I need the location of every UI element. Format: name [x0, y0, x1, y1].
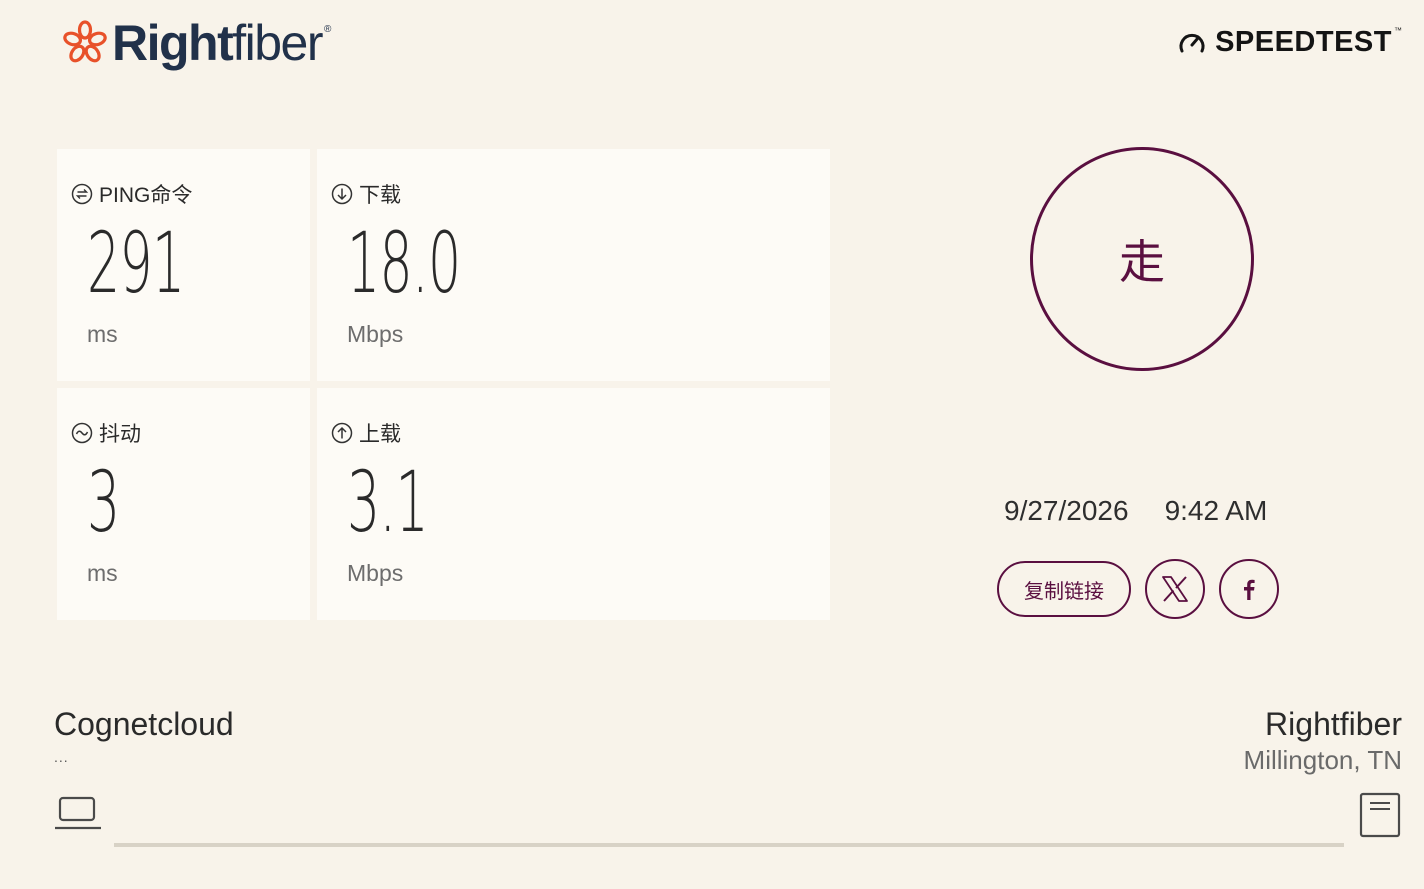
copy-link-button[interactable]: 复制链接	[997, 561, 1131, 617]
server-location: Millington, TN	[1243, 745, 1402, 775]
ping-title: PING命令	[99, 184, 193, 207]
jitter-unit: ms	[87, 560, 118, 586]
share-facebook-button[interactable]	[1219, 559, 1279, 619]
share-x-button[interactable]	[1145, 559, 1205, 619]
speedometer-icon	[1179, 33, 1205, 52]
jitter-card: 抖动 3 ms	[57, 388, 310, 620]
download-arrow-icon	[331, 183, 353, 205]
upload-value: 3.1	[347, 453, 429, 551]
upload-arrow-icon	[331, 422, 353, 444]
upload-header: 上载	[331, 418, 401, 448]
jitter-title: 抖动	[99, 423, 141, 446]
jitter-header: 抖动	[71, 418, 141, 448]
brand-wordmark: Rightfiber	[112, 15, 323, 71]
go-label: 走	[1119, 235, 1165, 289]
jitter-wave-icon	[71, 422, 93, 444]
ping-value: 291	[87, 214, 185, 312]
ping-header: PING命令	[71, 179, 192, 209]
connection-progress-track	[114, 843, 1344, 847]
facebook-icon	[1244, 579, 1255, 600]
upload-title: 上载	[359, 423, 401, 446]
download-unit: Mbps	[347, 321, 404, 347]
share-row: 复制链接	[997, 559, 1279, 619]
ping-icon	[71, 183, 93, 205]
laptop-icon	[55, 796, 101, 830]
client-info: Cognetcloud ...	[54, 706, 234, 765]
upload-card: 上载 3.1 Mbps	[317, 388, 830, 620]
download-title: 下载	[359, 184, 401, 207]
x-icon	[1162, 576, 1188, 602]
download-card: 下载 18.0 Mbps	[317, 149, 830, 381]
trademark-mark: ™	[1394, 26, 1402, 35]
server-info[interactable]: Rightfiber Millington, TN	[1244, 706, 1402, 776]
brand-logo[interactable]: Rightfiber ®	[60, 14, 331, 72]
go-button[interactable]: 走	[1030, 147, 1254, 371]
result-date: 9/27/2026	[1004, 495, 1129, 526]
isp-name: Cognetcloud	[54, 706, 234, 742]
ping-unit: ms	[87, 321, 118, 347]
jitter-value: 3	[87, 453, 120, 551]
download-value: 18.0	[347, 214, 461, 312]
server-name: Rightfiber	[1265, 706, 1402, 742]
download-header: 下载	[331, 179, 401, 209]
ping-card: PING命令 291 ms	[57, 149, 310, 381]
client-ip: ...	[54, 749, 69, 765]
rightfiber-flower-icon	[63, 20, 107, 63]
result-time: 9:42 AM	[1164, 495, 1268, 526]
registered-mark: ®	[324, 24, 332, 35]
speedtest-brand[interactable]: SPEEDTEST ™	[1177, 26, 1402, 59]
speedtest-label: SPEEDTEST	[1215, 26, 1392, 58]
server-icon	[1359, 792, 1401, 838]
result-datetime: 9/27/2026 9:42 AM	[1004, 495, 1267, 527]
upload-unit: Mbps	[347, 560, 404, 586]
